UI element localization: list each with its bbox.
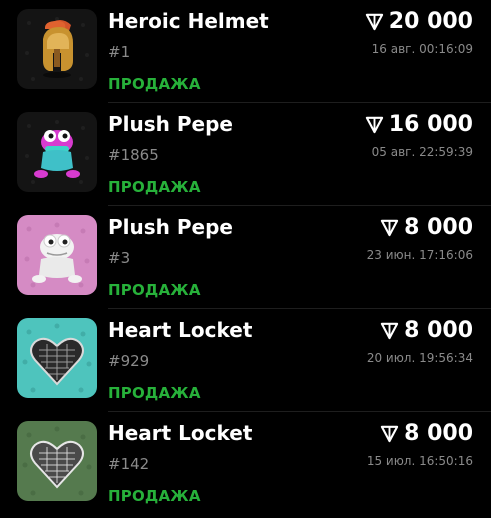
- price-value: 8 000: [404, 318, 473, 343]
- gift-number: #3: [108, 249, 131, 267]
- sale-date: 20 июл. 19:56:34: [366, 351, 473, 365]
- ton-icon: [380, 322, 399, 340]
- ton-icon: [365, 116, 383, 134]
- price: 16 000: [365, 112, 473, 137]
- gift-name: Plush Pepe: [108, 215, 233, 239]
- status-label: ПРОДАЖА: [108, 384, 201, 402]
- gift-name: Plush Pepe: [108, 112, 233, 136]
- gift-name: Heart Locket: [108, 318, 253, 342]
- gift-number: #142: [108, 455, 150, 473]
- gift-number: #929: [108, 352, 150, 370]
- sale-date: 23 июн. 17:16:06: [366, 248, 473, 262]
- list-item[interactable]: Plush Pepe #3 ПРОДАЖА 8 000 23 июн. 17:1…: [0, 206, 491, 309]
- gift-name: Heroic Helmet: [108, 9, 269, 33]
- heart-locket-icon: [17, 421, 97, 501]
- price: 20 000: [365, 9, 473, 34]
- ton-icon: [380, 219, 399, 237]
- status-label: ПРОДАЖА: [108, 178, 201, 196]
- list-item[interactable]: Plush Pepe #1865 ПРОДАЖА 16 000 05 авг. …: [0, 103, 491, 206]
- price-value: 16 000: [388, 112, 473, 137]
- ton-icon: [365, 13, 383, 31]
- status-label: ПРОДАЖА: [108, 487, 201, 505]
- price: 8 000: [380, 318, 473, 343]
- heroic-helmet-icon: [17, 9, 97, 89]
- list-item[interactable]: Heart Locket #929 ПРОДАЖА 8 000 20 июл. …: [0, 309, 491, 412]
- heart-locket-icon: [17, 318, 97, 398]
- sale-date: 16 авг. 00:16:09: [371, 42, 473, 56]
- price-value: 20 000: [388, 9, 473, 34]
- sale-date: 05 авг. 22:59:39: [371, 145, 473, 159]
- gift-number: #1865: [108, 146, 159, 164]
- gift-number: #1: [108, 43, 131, 61]
- gift-name: Heart Locket: [108, 421, 253, 445]
- list-item[interactable]: Heart Locket #142 ПРОДАЖА 8 000 15 июл. …: [0, 412, 491, 515]
- ton-icon: [380, 425, 399, 443]
- price: 8 000: [380, 215, 473, 240]
- price-value: 8 000: [404, 215, 473, 240]
- status-label: ПРОДАЖА: [108, 281, 201, 299]
- price: 8 000: [380, 421, 473, 446]
- gift-sales-list: Heroic Helmet #1 ПРОДАЖА 20 000 16 авг. …: [0, 0, 491, 518]
- plush-pepe-icon: [17, 215, 97, 295]
- list-item[interactable]: Heroic Helmet #1 ПРОДАЖА 20 000 16 авг. …: [0, 0, 491, 103]
- status-label: ПРОДАЖА: [108, 75, 201, 93]
- price-value: 8 000: [404, 421, 473, 446]
- plush-pepe-icon: [17, 112, 97, 192]
- sale-date: 15 июл. 16:50:16: [366, 454, 473, 468]
